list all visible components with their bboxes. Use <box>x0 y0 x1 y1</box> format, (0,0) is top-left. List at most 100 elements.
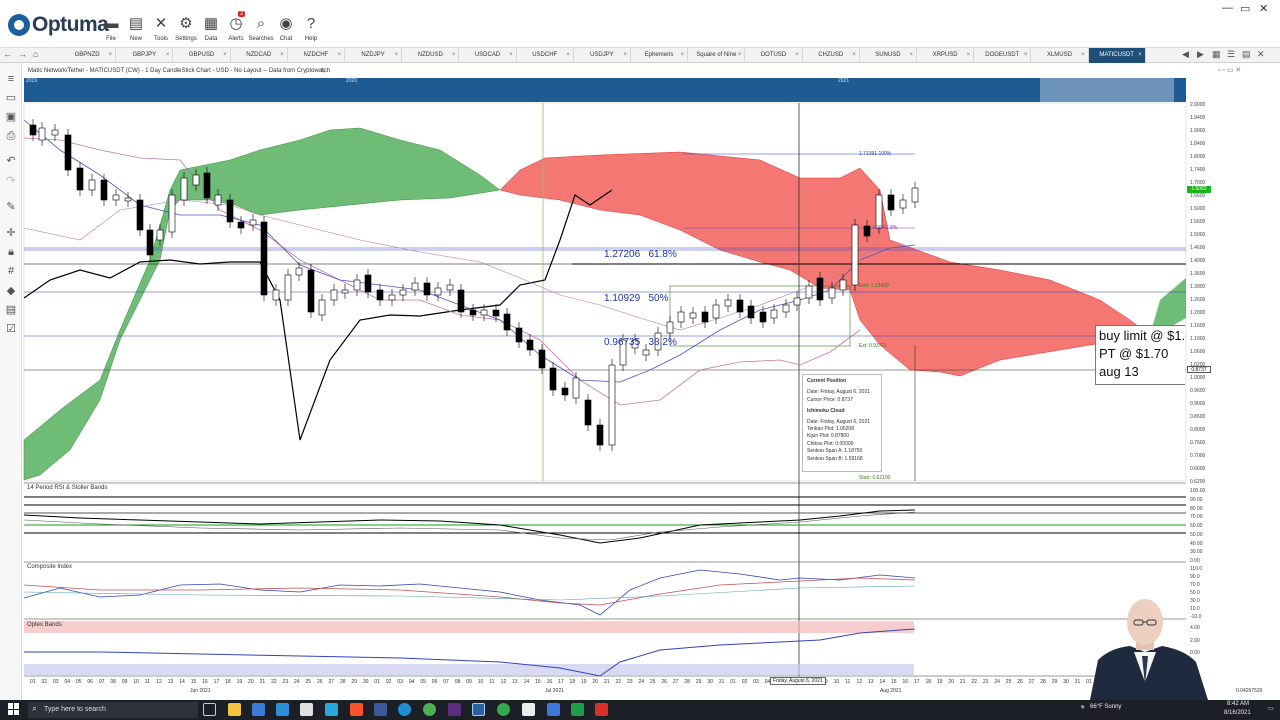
indicator-axis-label: 40.00 <box>1190 540 1203 547</box>
trade-note-textbox[interactable]: buy limit @ $1. PT @ $1.70 aug 13 <box>1095 325 1185 385</box>
store-icon[interactable] <box>252 703 265 716</box>
candle-body <box>526 339 534 351</box>
date-axis-tick: 13 <box>868 679 874 685</box>
candle-body <box>330 289 338 301</box>
date-axis-tick: 01 <box>730 679 736 685</box>
price-axis-label: 0.8000 <box>1190 427 1206 433</box>
optuma-taskbar-icon[interactable] <box>472 703 485 716</box>
crosshair-tooltip: Current Position Date: Friday, August 6,… <box>802 374 882 472</box>
date-axis-tick: 29 <box>351 679 357 685</box>
fib-end-label: End: 1.13499 <box>859 283 889 289</box>
candle-body <box>260 221 268 296</box>
tooltip-date: Date: Friday, August 6, 2021 <box>807 389 871 396</box>
taskbar-search-input[interactable]: Type here to search <box>28 702 198 718</box>
candle-body <box>156 229 164 241</box>
price-axis-label: 1.2600 <box>1190 297 1206 303</box>
date-axis-tick: 28 <box>684 679 690 685</box>
date-axis-tick: 24 <box>638 679 644 685</box>
app-icon[interactable] <box>571 703 584 716</box>
price-axis-label: 1.0600 <box>1190 349 1206 355</box>
date-axis-tick: 06 <box>87 679 93 685</box>
candle-body <box>423 282 431 296</box>
cursor-date-marker: Friday, August 6, 2021 <box>770 677 826 685</box>
date-axis-tick: 21 <box>604 679 610 685</box>
app-icon[interactable] <box>497 703 510 716</box>
date-axis-tick: 29 <box>695 679 702 685</box>
windows-start-icon[interactable] <box>8 703 20 715</box>
fib-level-label: 1.10929 50% <box>604 293 669 304</box>
date-axis-tick: 04 <box>64 679 70 685</box>
date-axis-tick: 19 <box>581 679 587 685</box>
tooltip-title: Current Position <box>807 378 847 384</box>
price-axis-label: 0.9000 <box>1190 401 1206 407</box>
file-explorer-icon[interactable] <box>228 703 241 716</box>
app-icon[interactable] <box>547 703 560 716</box>
date-axis-tick: 09 <box>121 679 128 685</box>
month-label: Jun 2021 <box>190 688 211 694</box>
indicator-axis-label: 110.0 <box>1190 566 1203 572</box>
webcam-presenter-video <box>1090 599 1208 700</box>
date-axis-tick: 23 <box>282 679 289 685</box>
price-axis-label: 1.8400 <box>1190 141 1206 147</box>
date-axis-tick: 02 <box>741 679 748 685</box>
app-icon[interactable] <box>374 703 387 716</box>
app-icon[interactable] <box>300 703 313 716</box>
date-axis-tick: 22 <box>971 679 977 685</box>
price-axis-label: 0.7600 <box>1190 440 1206 446</box>
date-axis-tick: 25 <box>1005 679 1012 685</box>
date-axis-tick: 03 <box>753 679 759 685</box>
candle-body <box>318 299 326 316</box>
clock-time[interactable]: 8:42 AM <box>1227 701 1249 707</box>
price-axis-label: 1.7400 <box>1190 167 1206 173</box>
notifications-icon[interactable]: ▭ <box>1268 705 1274 712</box>
mail-icon[interactable] <box>276 703 289 716</box>
indicator-axis-label: 70.0 <box>1190 582 1200 588</box>
date-axis-tick: 09 <box>466 679 472 685</box>
rsi-panel-title: 14 Period RSI & Stoller Bands <box>27 485 108 491</box>
edge-browser-icon[interactable] <box>398 703 411 716</box>
app-icon[interactable] <box>448 703 461 716</box>
price-axis-label: 1.8000 <box>1190 154 1206 160</box>
windows-taskbar: Type here to search ⌕ ☀ 66°F Sunny 8:42 … <box>0 700 1280 720</box>
candle-body <box>272 289 280 301</box>
optex-upper-band <box>24 621 914 633</box>
ichimoku-cloud-bullish <box>23 127 501 481</box>
date-axis-tick: 12 <box>500 679 507 685</box>
price-axis-label: 1.2000 <box>1190 310 1206 316</box>
tooltip-chikou: Chikou Plot: 0.00000 <box>807 440 854 447</box>
app-icon[interactable] <box>595 703 608 716</box>
price-axis-label: 1.1000 <box>1190 336 1206 342</box>
weather-status[interactable]: 66°F Sunny <box>1090 704 1121 710</box>
note-line: PT @ $1.70 <box>1099 346 1169 361</box>
candle-body <box>899 199 907 209</box>
date-axis-tick: 26 <box>317 679 323 685</box>
candle-body <box>911 187 919 203</box>
date-axis-tick: 11 <box>489 679 495 685</box>
candle-body <box>816 277 824 301</box>
composite-average-line <box>23 585 916 601</box>
date-axis-tick: 07 <box>98 679 105 685</box>
clock-date[interactable]: 8/16/2021 <box>1224 710 1251 716</box>
weather-icon: ☀ <box>1080 705 1086 711</box>
date-axis-tick: 01 <box>30 679 36 685</box>
date-axis-tick: 30 <box>707 679 713 685</box>
fib-ext-label: Ext: 0.93771 <box>859 343 888 349</box>
app-icon[interactable] <box>325 703 338 716</box>
date-axis-tick: 07 <box>443 679 449 685</box>
date-axis-tick: 18 <box>925 679 931 685</box>
chikou-span-line <box>23 189 613 441</box>
candle-body <box>887 194 895 211</box>
price-axis-label: 2.0000 <box>1190 102 1206 108</box>
indicator-axis-label: 90.0 <box>1190 574 1200 580</box>
task-view-icon[interactable] <box>203 703 216 716</box>
app-icon[interactable] <box>522 703 535 716</box>
date-axis-tick: 22 <box>615 679 622 685</box>
tooltip-span-b: Senkou Span B: 1.59168 <box>807 455 863 462</box>
date-axis-tick: 30 <box>362 679 369 685</box>
date-axis-tick: 26 <box>1017 679 1023 685</box>
chrome-browser-icon[interactable] <box>423 703 436 716</box>
date-axis-tick: 22 <box>271 679 277 685</box>
composite-index-line <box>23 569 916 616</box>
price-axis-label: 1.9000 <box>1190 128 1206 134</box>
brave-browser-icon[interactable] <box>350 703 363 716</box>
